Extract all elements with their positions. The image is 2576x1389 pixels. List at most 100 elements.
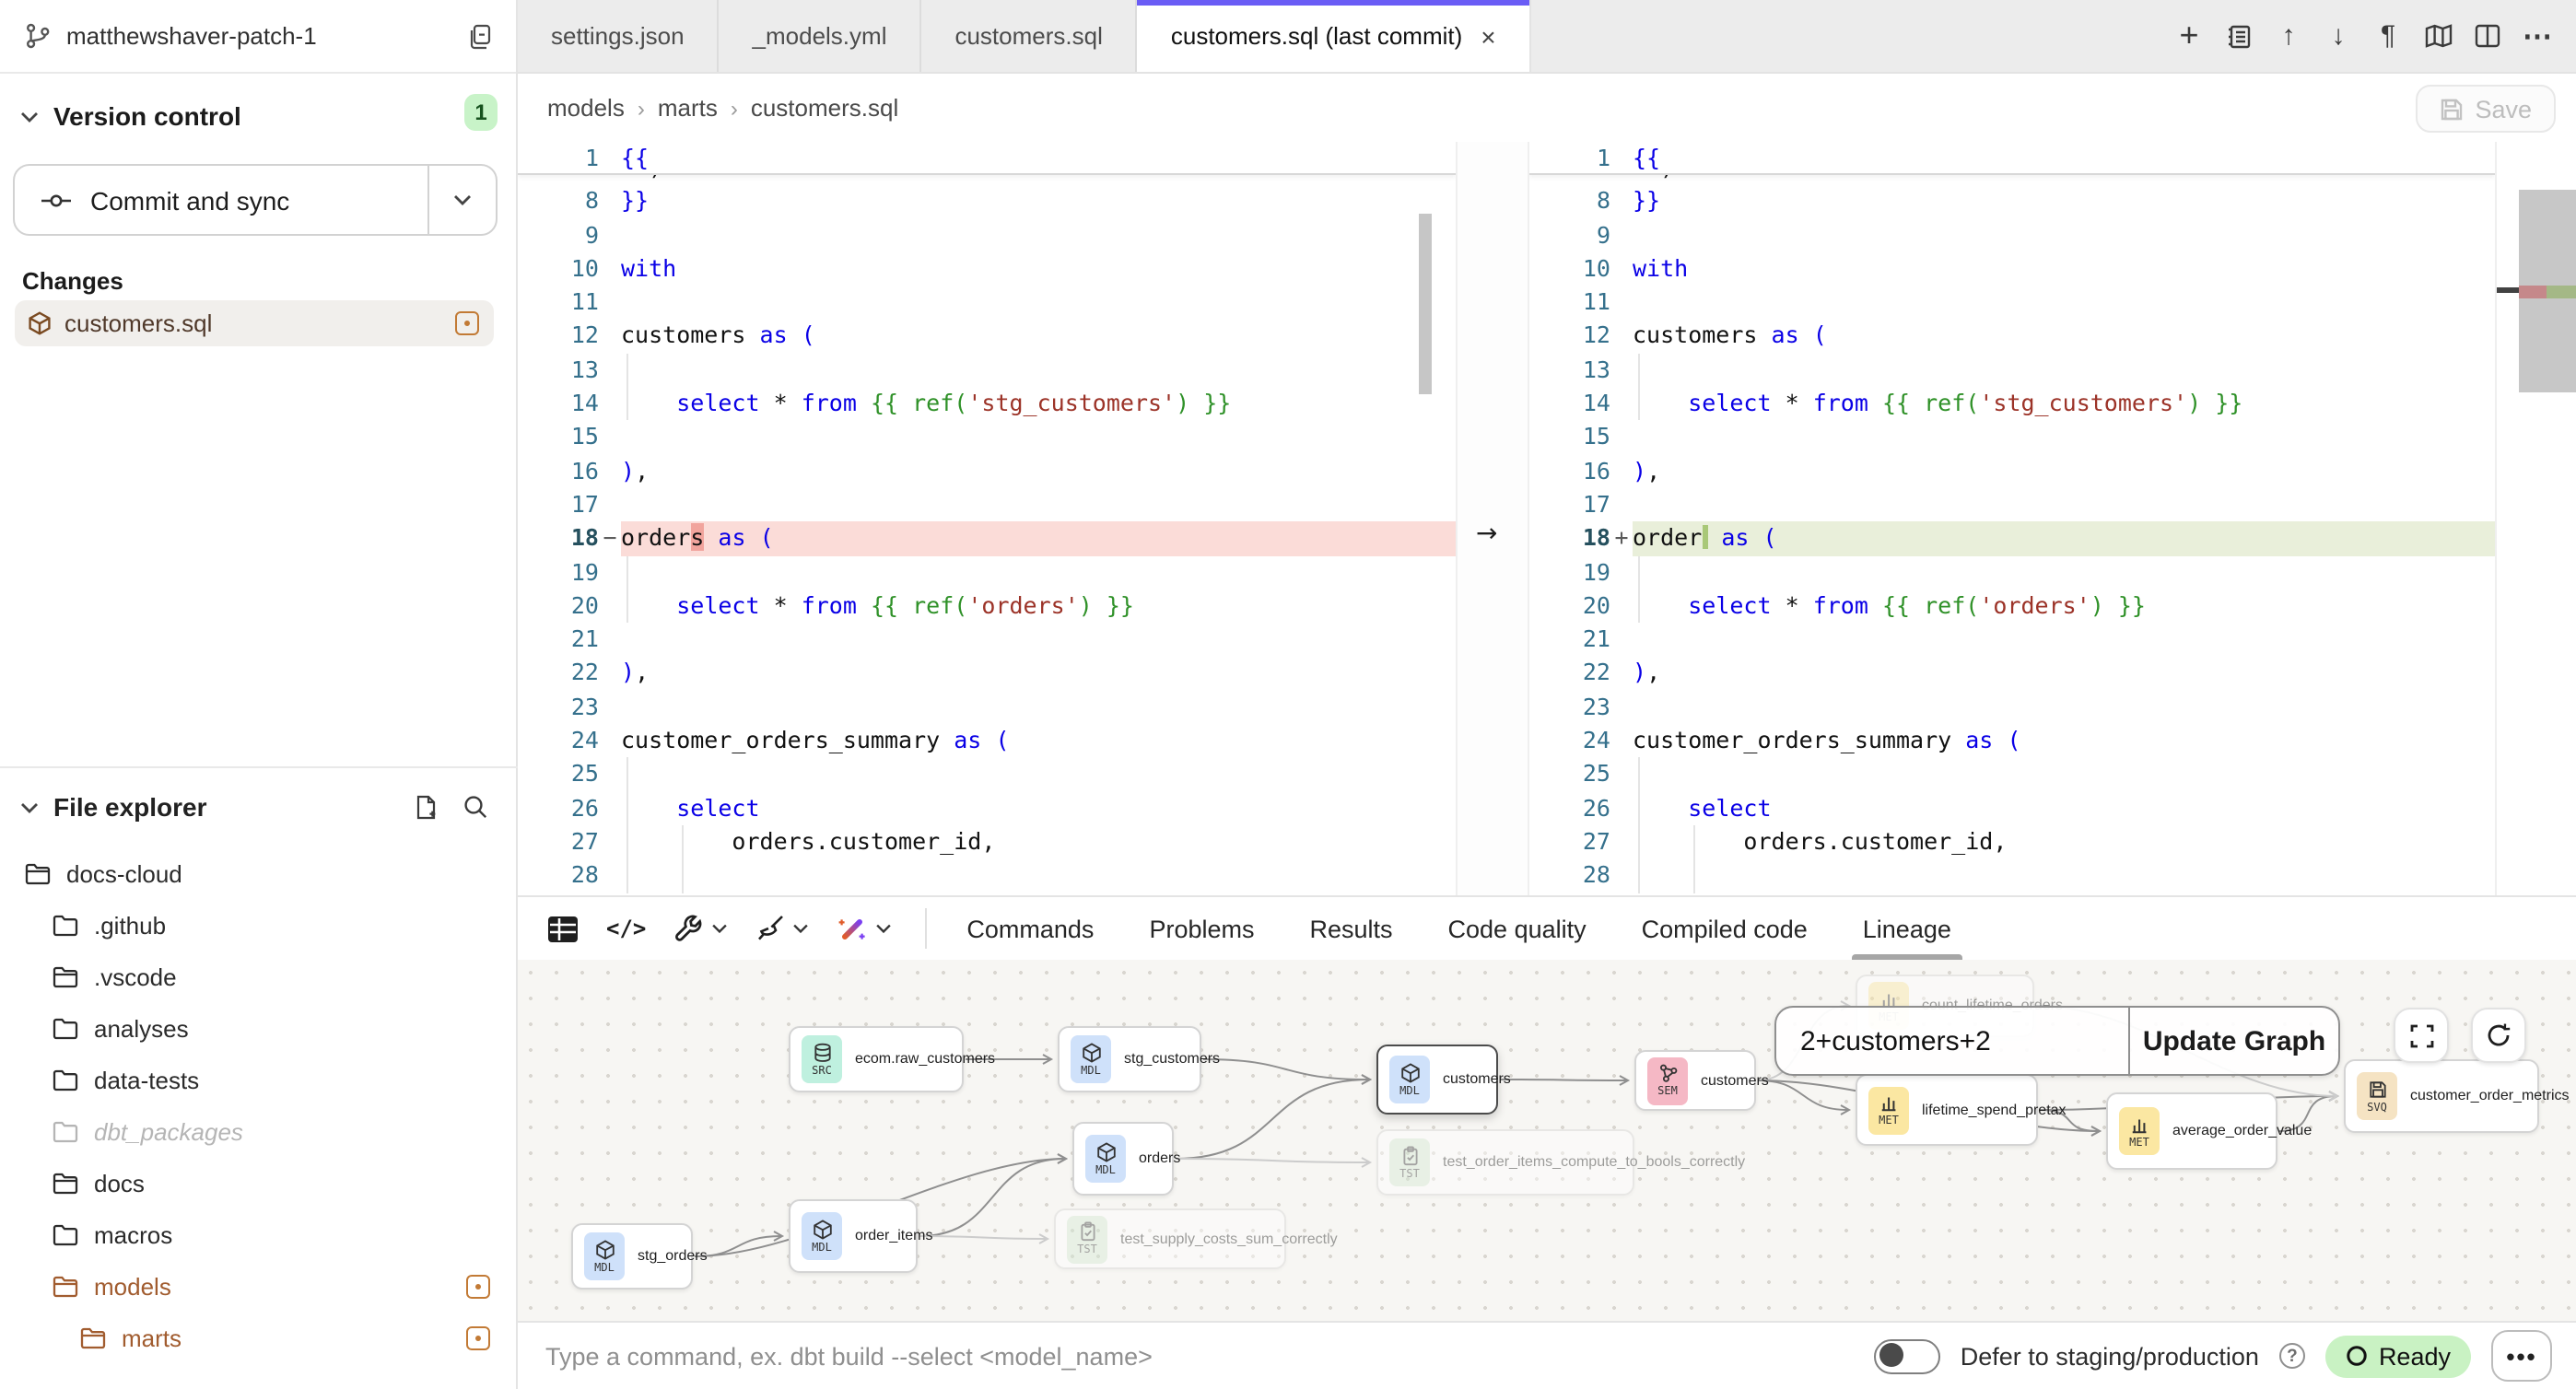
sidebar-item--github[interactable]: .github	[0, 899, 518, 951]
sidebar-item-docs[interactable]: docs	[0, 1157, 518, 1208]
notebook-icon[interactable]	[2224, 23, 2254, 49]
diff-overview-ruler[interactable]	[2495, 142, 2576, 895]
breadcrumb-marts[interactable]: marts	[658, 94, 718, 122]
panel-tab-code-quality[interactable]: Code quality	[1448, 897, 1587, 960]
move-up-icon[interactable]: ↑	[2274, 20, 2303, 52]
sidebar-item-docs-cloud[interactable]: docs-cloud	[0, 847, 518, 899]
git-branch-icon	[24, 22, 52, 50]
diff-pane-original[interactable]: 1{{7 )8}}910with1112customers as (1314 s…	[518, 142, 1456, 895]
scrollbar-thumb[interactable]	[1419, 214, 1432, 394]
file-tree-label: data-tests	[94, 1066, 199, 1093]
code-line-21: 21	[1529, 623, 2495, 657]
diff-pane-modified[interactable]: 1{{7 )8}}910with1112customers as (1314 s…	[1529, 142, 2495, 895]
lineage-node-test_order_items[interactable]: TSTtest_order_items_compute_to_bools_cor…	[1376, 1129, 1634, 1196]
lineage-node-orders[interactable]: MDLorders	[1072, 1122, 1174, 1196]
panel-tab-lineage[interactable]: Lineage	[1863, 897, 1951, 960]
diff-gutter: →	[1456, 142, 1529, 895]
file-explorer-header[interactable]: File explorer	[0, 781, 518, 833]
lineage-node-stg_orders[interactable]: MDLstg_orders	[571, 1223, 693, 1290]
sidebar-item-models[interactable]: models	[0, 1260, 518, 1312]
code-line-19: 19	[518, 555, 1456, 589]
lineage-canvas[interactable]: SRCecom.raw_customers MDLstg_customers MDL…	[518, 960, 2576, 1321]
sidebar-item-dbt-packages[interactable]: dbt_packages	[0, 1105, 518, 1157]
lineage-node-com[interactable]: SVQcustomer_order_metrics	[2344, 1059, 2539, 1133]
revert-change-icon[interactable]: →	[1476, 519, 1497, 549]
compile-code-icon[interactable]: </>	[606, 916, 646, 941]
build-tools-group[interactable]	[673, 914, 727, 943]
panel-tab-commands[interactable]: Commands	[966, 897, 1094, 960]
minimap-icon[interactable]	[2423, 24, 2453, 48]
toggle-knob	[1879, 1343, 1903, 1367]
tab-settings.json[interactable]: settings.json	[518, 0, 720, 72]
lineage-node-avg_order[interactable]: METaverage_order_value	[2106, 1092, 2277, 1170]
overflow-menu-button[interactable]: •••	[2491, 1330, 2552, 1382]
more-actions-icon[interactable]: ⋯	[2523, 18, 2552, 54]
lineage-node-order_items[interactable]: MDLorder_items	[789, 1199, 918, 1273]
folder-open-icon	[52, 964, 79, 988]
lineage-selector-input[interactable]: 2+customers+2	[1776, 1008, 2127, 1074]
version-control-header[interactable]: Version control 1	[0, 92, 516, 140]
lineage-node-customers_sem[interactable]: SEMcustomers	[1634, 1050, 1756, 1111]
breadcrumb-file[interactable]: customers.sql	[751, 94, 898, 122]
command-input[interactable]: Type a command, ex. dbt build --select <…	[545, 1342, 1153, 1370]
status-badge[interactable]: Ready	[2325, 1335, 2471, 1377]
format-tools-group[interactable]	[755, 914, 808, 943]
changed-file-row[interactable]: customers.sql	[15, 300, 494, 346]
file-tree-label: .vscode	[94, 963, 177, 990]
pane-content: 1{{7 )8}}910with1112customers as (1314 s…	[518, 142, 1456, 893]
search-icon[interactable]	[463, 794, 488, 820]
commit-and-sync-label: Commit and sync	[90, 185, 289, 215]
new-tab-icon[interactable]: +	[2174, 17, 2204, 55]
lineage-node-test_supply[interactable]: TSTtest_supply_costs_sum_correctly	[1054, 1208, 1286, 1269]
sidebar-item-macros[interactable]: macros	[0, 1208, 518, 1260]
file-tree-label: marts	[122, 1324, 181, 1351]
save-button[interactable]: Save	[2416, 85, 2556, 133]
ai-fix-group[interactable]	[836, 914, 891, 943]
panel-tab-problems[interactable]: Problems	[1149, 897, 1254, 960]
defer-toggle[interactable]	[1874, 1338, 1940, 1373]
copy-icon[interactable]	[466, 22, 494, 50]
sidebar-item-marts[interactable]: marts	[0, 1312, 518, 1363]
branch-name: matthewshaver-patch-1	[66, 22, 317, 50]
sidebar-item-data-tests[interactable]: data-tests	[0, 1054, 518, 1105]
code-line-1: 1{{	[1529, 142, 2495, 176]
left-scrollbar[interactable]	[1419, 177, 1432, 895]
help-icon[interactable]: ?	[2279, 1343, 2305, 1369]
broom-icon	[755, 914, 784, 943]
pilcrow-icon[interactable]: ¶	[2373, 20, 2403, 52]
sem-chip-icon: SEM	[1647, 1056, 1688, 1104]
clipped-line: 7 )	[518, 176, 1456, 185]
lineage-node-lifetime_spend[interactable]: METlifetime_spend_pretax	[1856, 1074, 2038, 1146]
tab-customers.sql-last-commit-[interactable]: customers.sql (last commit)×	[1138, 0, 1531, 72]
sidebar-item--vscode[interactable]: .vscode	[0, 951, 518, 1002]
fullscreen-button[interactable]	[2394, 1008, 2449, 1063]
code-line-15: 15	[1529, 421, 2495, 455]
split-editor-icon[interactable]	[2473, 24, 2502, 48]
tab--models.yml[interactable]: _models.yml	[720, 0, 922, 72]
lineage-node-stg_customers[interactable]: MDLstg_customers	[1058, 1026, 1201, 1092]
tab-customers.sql[interactable]: customers.sql	[921, 0, 1137, 72]
close-icon[interactable]: ×	[1481, 21, 1495, 51]
breadcrumb-models[interactable]: models	[547, 94, 625, 122]
ruler-position-marker	[2497, 287, 2519, 293]
new-file-icon[interactable]	[413, 793, 439, 821]
ruler-addition-marker	[2547, 286, 2576, 298]
move-down-icon[interactable]: ↓	[2324, 20, 2353, 52]
commit-and-sync-main[interactable]: Commit and sync	[15, 166, 427, 234]
panel-tab-results[interactable]: Results	[1310, 897, 1393, 960]
code-line-20: 20 select * from {{ ref('orders') }}	[1529, 589, 2495, 624]
changes-title: Changes	[22, 267, 123, 295]
preview-table-icon[interactable]	[547, 915, 579, 942]
lineage-node-customers_mdl[interactable]: MDLcustomers	[1376, 1045, 1498, 1115]
refresh-button[interactable]	[2471, 1008, 2526, 1063]
lineage-node-src_raw_customers[interactable]: SRCecom.raw_customers	[789, 1026, 964, 1092]
commit-options-caret[interactable]	[427, 166, 496, 234]
sidebar-item-analyses[interactable]: analyses	[0, 1002, 518, 1054]
code-line-22: 22),	[518, 657, 1456, 691]
panel-tab-compiled-code[interactable]: Compiled code	[1642, 897, 1808, 960]
lineage-node-label: orders	[1139, 1150, 1180, 1168]
modified-indicator	[466, 1325, 490, 1349]
code-line-24: 24customer_orders_summary as (	[518, 724, 1456, 758]
update-graph-button[interactable]: Update Graph	[2130, 1008, 2338, 1074]
code-line-17: 17	[518, 488, 1456, 522]
